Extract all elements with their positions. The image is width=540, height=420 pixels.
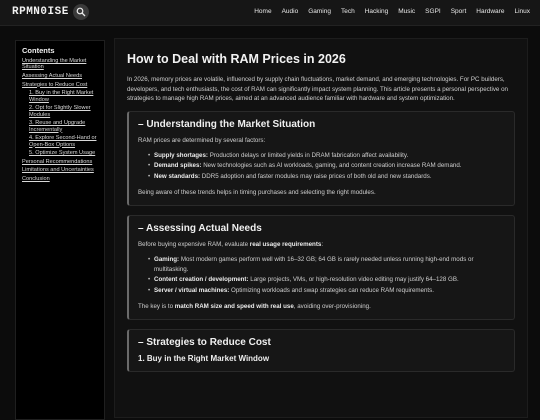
article-intro: In 2026, memory prices are volatile, inf… — [127, 76, 508, 103]
list-item: Content creation / development: Large pr… — [148, 275, 505, 285]
list-item: Demand spikes: New technologies such as … — [148, 161, 505, 171]
toc-link-slower-modules[interactable]: 2. Opt for Slightly Slower Modules — [29, 105, 98, 118]
nav-link-sport[interactable]: Sport — [451, 8, 467, 15]
toc-link-market-situation[interactable]: Understanding the Market Situation — [22, 58, 98, 71]
section-closing: Being aware of these trends helps in tim… — [138, 189, 376, 197]
article: How to Deal with RAM Prices in 2026 In 2… — [114, 38, 528, 418]
subheading-market-window: 1. Buy in the Right Market Window — [138, 354, 270, 364]
section-closing: The key is to match RAM size and speed w… — [138, 303, 371, 311]
list-item: New standards: DDR5 adoption and faster … — [148, 172, 505, 182]
list-item: Gaming: Most modern games perform well w… — [148, 255, 505, 274]
nav-link-hardware[interactable]: Hardware — [476, 8, 504, 15]
toc-link-conclusion[interactable]: Conclusion — [22, 176, 98, 182]
toc-list: Understanding the Market Situation Asses… — [22, 58, 98, 182]
nav-link-sgpi[interactable]: SGPI — [425, 8, 441, 15]
list-item: Server / virtual machines: Optimizing wo… — [148, 286, 505, 296]
nav-link-linux[interactable]: Linux — [514, 8, 530, 15]
section-heading-reduce-cost[interactable]: – Strategies to Reduce Cost — [138, 337, 505, 348]
section-market-situation: – Understanding the Market Situation RAM… — [127, 110, 515, 207]
factor-list: Supply shortages: Production delays or l… — [148, 151, 505, 182]
toc-link-actual-needs[interactable]: Assessing Actual Needs — [22, 73, 98, 79]
section-heading-market-situation[interactable]: – Understanding the Market Situation — [138, 119, 505, 130]
toc-link-second-hand[interactable]: 4. Explore Second-Hand or Open-Box Optio… — [29, 135, 98, 148]
toc-link-limitations[interactable]: Limitations and Uncertainties — [22, 167, 98, 173]
toc-title: Contents — [22, 46, 55, 55]
page-title: How to Deal with RAM Prices in 2026 — [127, 52, 346, 66]
toc-link-reduce-cost[interactable]: Strategies to Reduce Cost — [22, 82, 98, 88]
list-item: Supply shortages: Production delays or l… — [148, 151, 505, 161]
top-navigation-bar: RPMN0ISE Home Audio Gaming Tech Hacking … — [0, 0, 540, 26]
nav-link-music[interactable]: Music — [398, 8, 415, 15]
nav-link-hacking[interactable]: Hacking — [365, 8, 388, 15]
toc-link-market-window[interactable]: 1. Buy in the Right Market Window — [29, 90, 98, 103]
section-heading-actual-needs[interactable]: – Assessing Actual Needs — [138, 223, 505, 234]
section-reduce-cost: – Strategies to Reduce Cost 1. Buy in th… — [127, 329, 515, 373]
nav-link-audio[interactable]: Audio — [282, 8, 299, 15]
toc-link-reuse-upgrade[interactable]: 3. Reuse and Upgrade Incrementally — [29, 120, 98, 133]
search-icon — [76, 7, 86, 17]
section-lead: Before buying expensive RAM, evaluate re… — [138, 241, 324, 249]
nav-link-gaming[interactable]: Gaming — [308, 8, 331, 15]
needs-list: Gaming: Most modern games perform well w… — [148, 255, 505, 295]
main-nav: Home Audio Gaming Tech Hacking Music SGP… — [254, 8, 530, 15]
table-of-contents: Contents Understanding the Market Situat… — [15, 40, 105, 420]
section-lead: RAM prices are determined by several fac… — [138, 136, 266, 144]
section-actual-needs: – Assessing Actual Needs Before buying e… — [127, 215, 515, 321]
toc-link-optimize-usage[interactable]: 5. Optimize System Usage — [29, 150, 98, 156]
nav-link-home[interactable]: Home — [254, 8, 271, 15]
nav-link-tech[interactable]: Tech — [341, 8, 355, 15]
search-button[interactable] — [73, 4, 89, 20]
site-logo[interactable]: RPMN0ISE — [12, 6, 69, 18]
toc-link-recommendations[interactable]: Personal Recommendations — [22, 159, 98, 165]
